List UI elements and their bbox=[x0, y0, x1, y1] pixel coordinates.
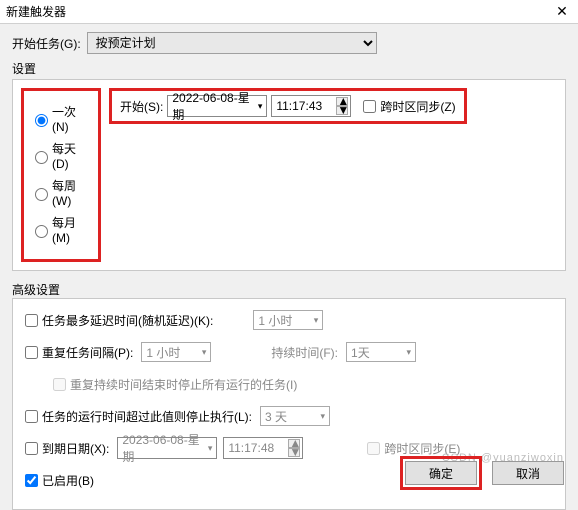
radio-weekly[interactable]: 每周(W) bbox=[30, 177, 90, 208]
duration-select[interactable]: 1天▾ bbox=[346, 342, 416, 362]
close-icon[interactable]: ✕ bbox=[552, 3, 572, 20]
ok-button[interactable]: 确定 bbox=[405, 461, 477, 485]
schedule-radio-group: 一次(N) 每天(D) 每周(W) 每月(M) bbox=[21, 88, 101, 262]
delay-checkbox[interactable]: 任务最多延迟时间(随机延迟)(K): bbox=[21, 311, 213, 330]
cancel-button[interactable]: 取消 bbox=[492, 461, 564, 485]
begin-task-select[interactable]: 按预定计划 bbox=[87, 32, 377, 54]
time-spinner[interactable]: ▲▼ bbox=[336, 97, 348, 115]
window-title: 新建触发器 bbox=[6, 3, 66, 20]
settings-label: 设置 bbox=[12, 60, 566, 77]
repeat-interval-select[interactable]: 1 小时▾ bbox=[141, 342, 211, 362]
advanced-label: 高级设置 bbox=[12, 281, 566, 298]
enabled-checkbox[interactable]: 已启用(B) bbox=[21, 471, 94, 490]
start-label: 开始(S): bbox=[120, 98, 163, 115]
expire-checkbox[interactable]: 到期日期(X): bbox=[21, 439, 109, 458]
stop-on-repeat-end-checkbox[interactable]: 重复持续时间结束时停止所有运行的任务(I) bbox=[49, 375, 297, 394]
expire-tz-sync-checkbox[interactable]: 跨时区同步(E) bbox=[363, 439, 460, 458]
stop-after-select[interactable]: 3 天▾ bbox=[260, 406, 330, 426]
begin-task-label: 开始任务(G): bbox=[12, 35, 81, 52]
chevron-down-icon: ▾ bbox=[258, 101, 263, 112]
repeat-checkbox[interactable]: 重复任务间隔(P): bbox=[21, 343, 133, 362]
expire-date-picker[interactable]: 2023-06-08-星期▾ bbox=[117, 437, 217, 459]
start-date-picker[interactable]: 2022-06-08-星期▾ bbox=[167, 95, 267, 117]
radio-monthly[interactable]: 每月(M) bbox=[30, 214, 90, 245]
radio-daily[interactable]: 每天(D) bbox=[30, 140, 90, 171]
delay-select[interactable]: 1 小时▾ bbox=[253, 310, 323, 330]
radio-once[interactable]: 一次(N) bbox=[30, 103, 90, 134]
duration-label: 持续时间(F): bbox=[271, 344, 338, 361]
tz-sync-checkbox[interactable]: 跨时区同步(Z) bbox=[359, 97, 455, 116]
expire-time-picker[interactable]: 11:17:48 ▲▼ bbox=[223, 437, 303, 459]
stop-after-checkbox[interactable]: 任务的运行时间超过此值则停止执行(L): bbox=[21, 407, 252, 426]
start-time-picker[interactable]: 11:17:43 ▲▼ bbox=[271, 95, 351, 117]
